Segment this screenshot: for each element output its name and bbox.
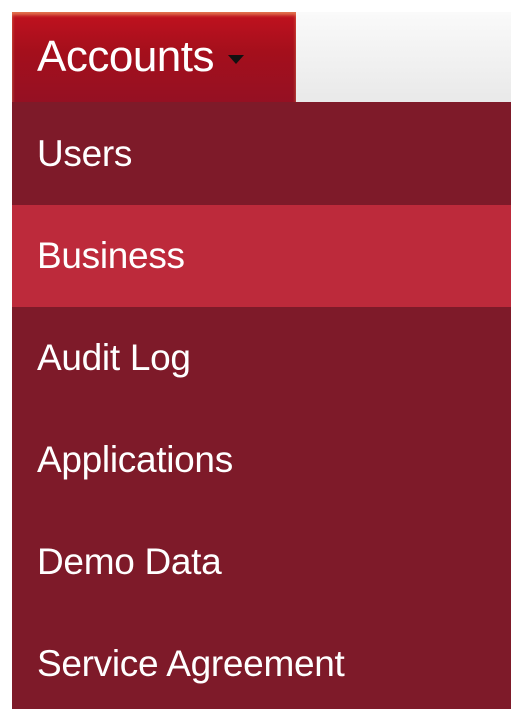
menu-item-service-agreement[interactable]: Service Agreement <box>12 613 511 715</box>
menu-item-demo-data[interactable]: Demo Data <box>12 511 511 613</box>
menu-item-applications[interactable]: Applications <box>12 409 511 511</box>
navbar-background <box>296 12 511 102</box>
accounts-dropdown-toggle[interactable]: Accounts <box>12 12 296 102</box>
menu-item-business[interactable]: Business <box>12 205 511 307</box>
caret-down-icon <box>227 54 244 64</box>
accounts-dropdown-menu: Users Business Audit Log Applications De… <box>12 102 511 709</box>
menu-item-label: Demo Data <box>37 541 222 582</box>
menu-item-label: Applications <box>37 439 233 480</box>
menu-item-label: Business <box>37 235 185 276</box>
accounts-dropdown-label: Accounts <box>37 32 214 81</box>
menu-item-label: Users <box>37 132 133 174</box>
menu-item-label: Audit Log <box>37 337 191 378</box>
menu-item-users[interactable]: Users <box>12 102 511 205</box>
menu-item-label: Service Agreement <box>37 643 345 684</box>
accounts-dropdown-screen: Accounts Users Business Audit Log Applic… <box>0 0 511 709</box>
menu-item-audit-log[interactable]: Audit Log <box>12 307 511 409</box>
